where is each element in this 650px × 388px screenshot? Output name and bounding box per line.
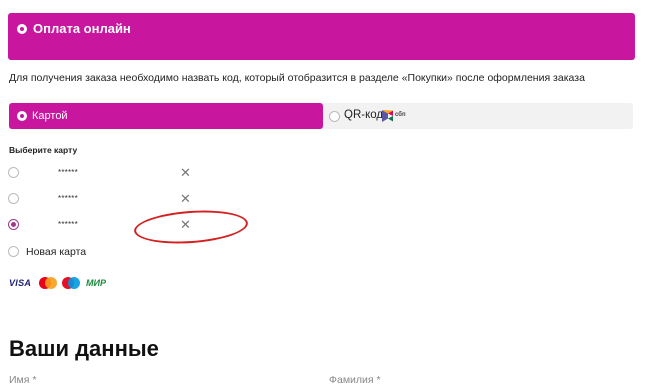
remove-card-2-icon[interactable]: ✕ — [180, 192, 191, 205]
mastercard-logo-icon — [39, 277, 57, 289]
mir-logo: МИР — [86, 278, 106, 288]
card-mask-2: ****** — [58, 194, 78, 203]
card-mask-1: ****** — [58, 168, 78, 177]
remove-card-1-icon[interactable]: ✕ — [180, 166, 191, 179]
choose-card-label: Выберите карту — [9, 145, 78, 155]
visa-logo: VISA — [9, 278, 32, 288]
card-mask-3: ****** — [58, 220, 78, 229]
new-card-radio[interactable] — [8, 246, 19, 257]
sbp-logo-text: сбп — [395, 112, 406, 118]
payment-method-title: Оплата онлайн — [33, 21, 131, 36]
new-card-label[interactable]: Новая карта — [26, 246, 86, 258]
card-radio-1[interactable] — [8, 167, 19, 178]
card-radio-3[interactable] — [8, 219, 19, 230]
payment-online-radio[interactable] — [17, 24, 27, 34]
maestro-logo-icon — [62, 277, 80, 289]
card-radio-2[interactable] — [8, 193, 19, 204]
payment-info-text: Для получения заказа необходимо назвать … — [9, 72, 585, 84]
your-data-heading: Ваши данные — [9, 336, 159, 361]
highlight-annotation — [133, 207, 249, 247]
tab-qr-label[interactable]: QR-код — [344, 109, 383, 121]
last-name-label: Фамилия * — [329, 374, 381, 386]
tab-qr-radio[interactable] — [329, 111, 340, 122]
tab-card-label: Картой — [32, 110, 68, 122]
first-name-label: Имя * — [9, 374, 37, 386]
tab-card-radio[interactable] — [17, 111, 27, 121]
